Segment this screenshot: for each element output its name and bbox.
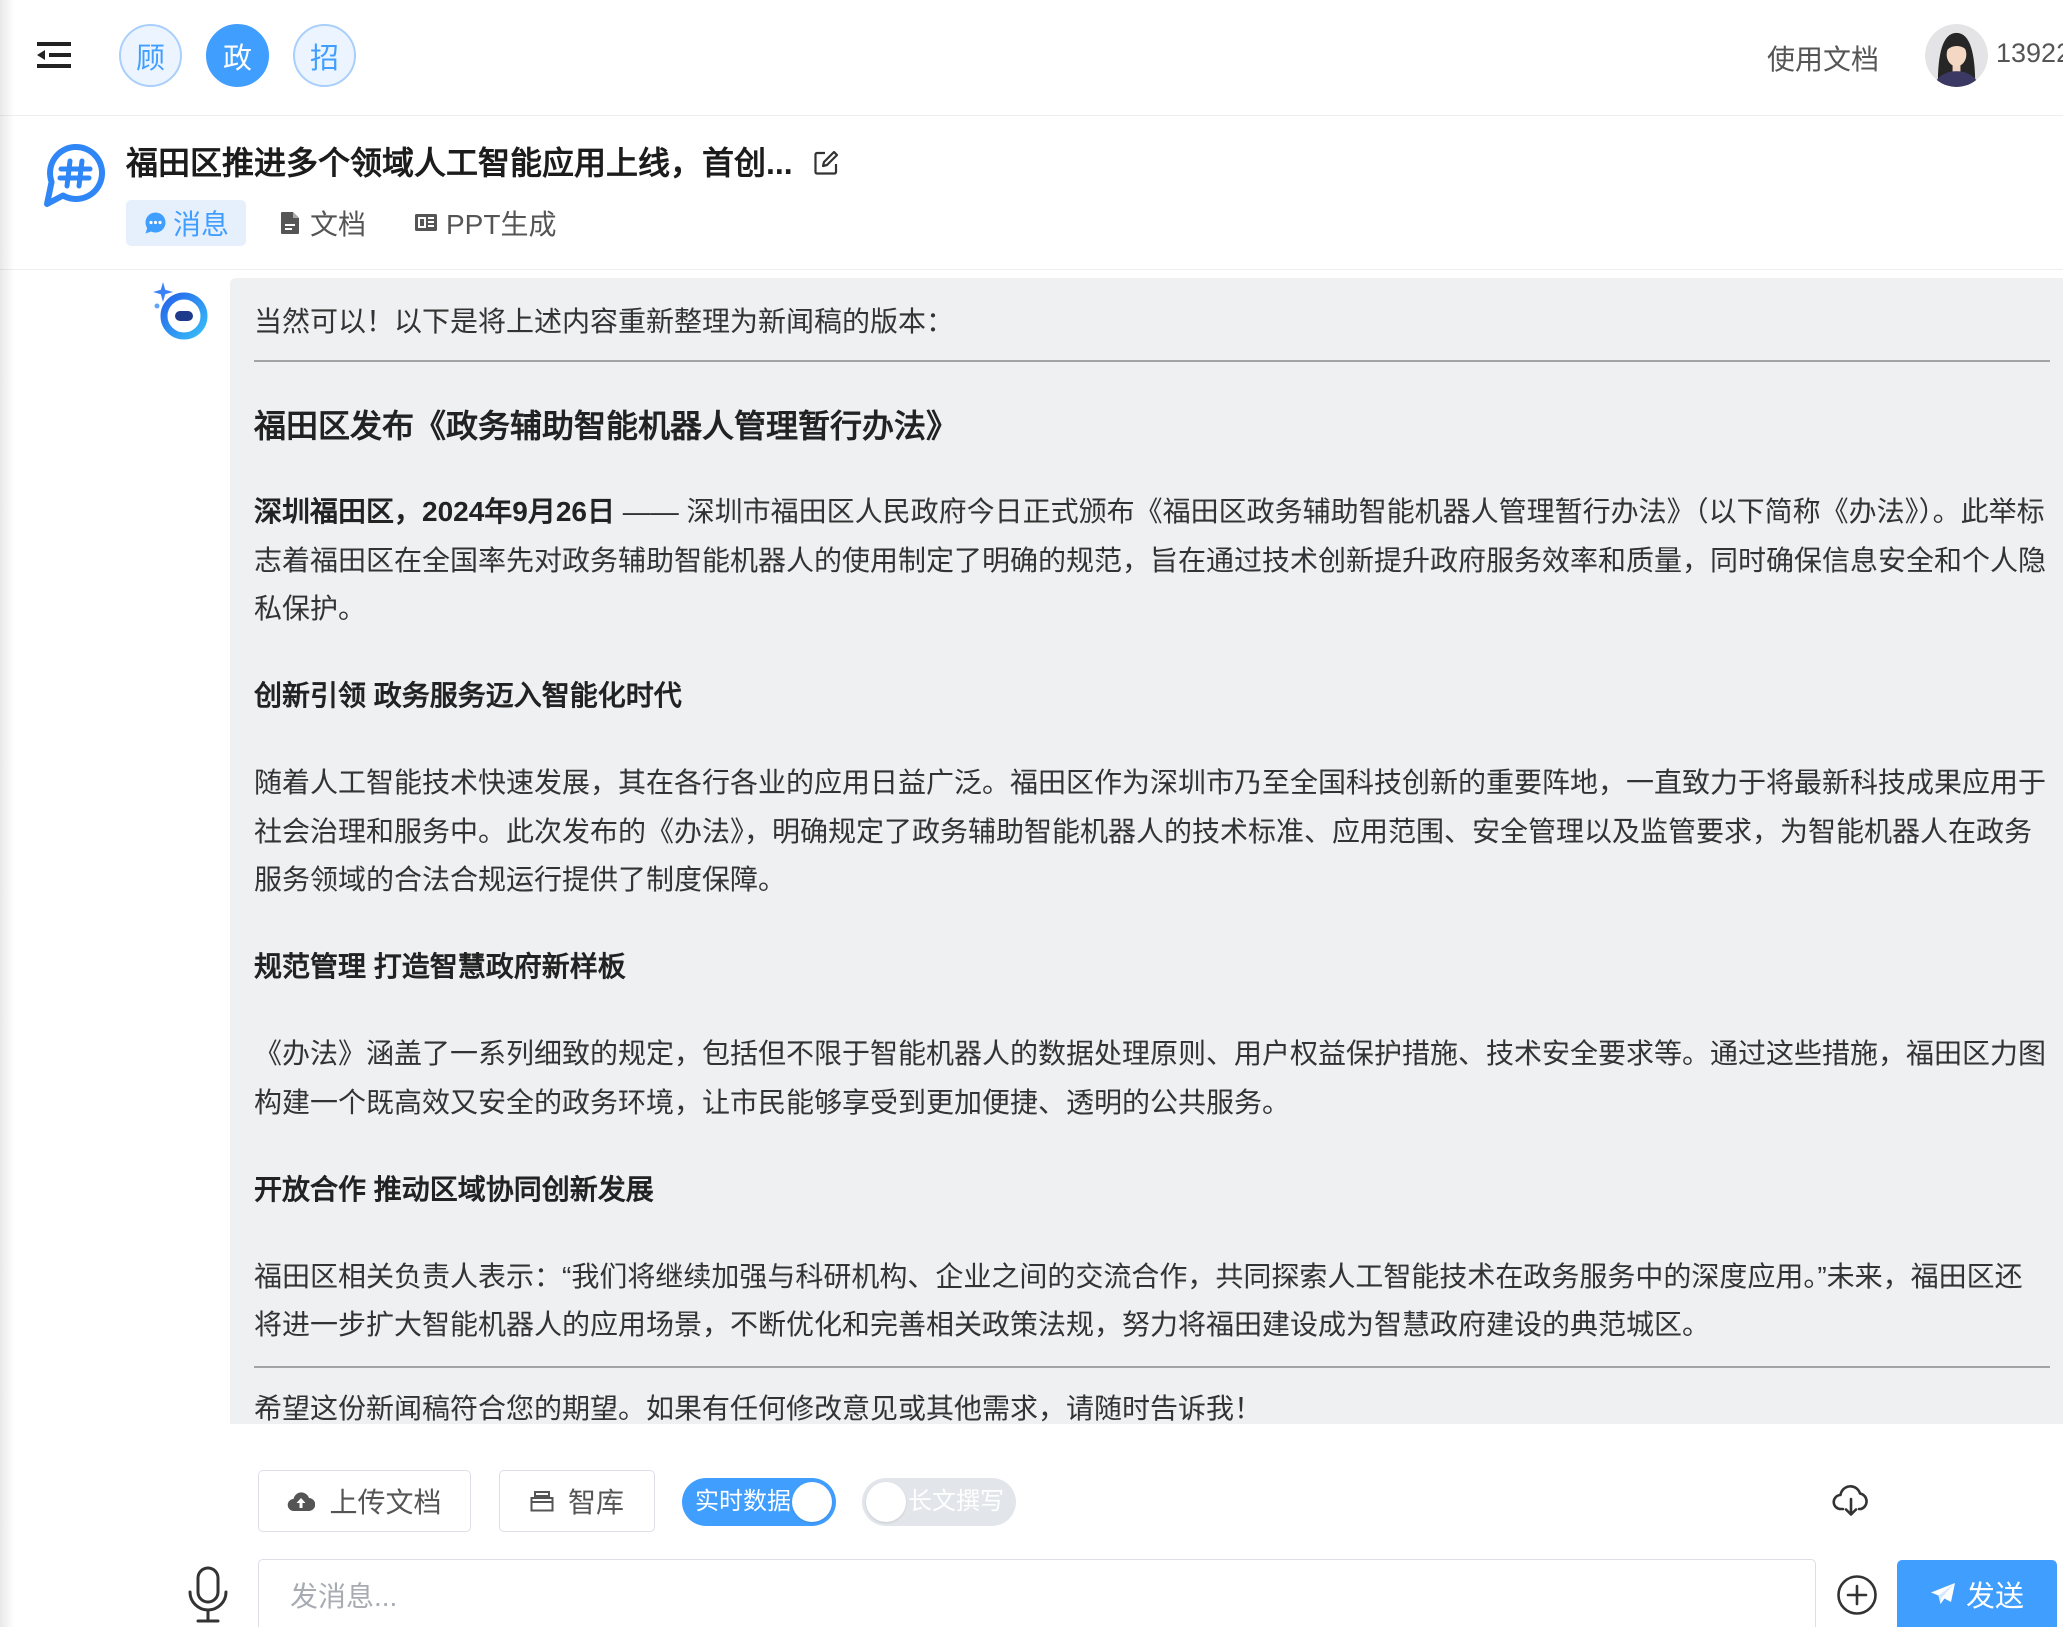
long-form-writing-toggle[interactable]: 长文撰写 bbox=[862, 1478, 1016, 1526]
microphone-icon[interactable] bbox=[185, 1566, 231, 1624]
assistant-message-bubble: 当然可以！以下是将上述内容重新整理为新闻稿的版本： 福田区发布《政务辅助智能机器… bbox=[230, 278, 2063, 1424]
section-body: 福田区相关负责人表示：“我们将继续加强与科研机构、企业之间的交流合作，共同探索人… bbox=[254, 1260, 2023, 1341]
message-input[interactable] bbox=[258, 1559, 1816, 1627]
tab-ppt-label: PPT生成 bbox=[446, 209, 557, 240]
tab-ppt[interactable]: PPT生成 bbox=[414, 200, 564, 246]
long-form-writing-label: 长文撰写 bbox=[908, 1488, 1004, 1515]
lead-paragraph: 深圳福田区，2024年9月26日 —— 深圳市福田区人民政府今日正式颁布《福田区… bbox=[254, 488, 2050, 634]
tab-messages-label: 消息 bbox=[172, 209, 229, 240]
toggle-knob bbox=[792, 1482, 832, 1522]
presentation-icon bbox=[415, 214, 437, 231]
chat-title: 福田区推进多个领域人工智能应用上线，首创... bbox=[126, 145, 793, 181]
bot-avatar-icon bbox=[153, 282, 208, 340]
message-intro: 当然可以！以下是将上述内容重新整理为新闻稿的版本： bbox=[254, 306, 955, 337]
tab-documents-label: 文档 bbox=[310, 209, 367, 240]
plus-circle-icon[interactable] bbox=[1836, 1574, 1878, 1616]
section-heading: 开放合作 推动区域协同创新发展 bbox=[254, 1173, 654, 1205]
realtime-data-label: 实时数据 bbox=[695, 1488, 791, 1515]
user-name[interactable]: 13922 bbox=[1996, 35, 2063, 71]
send-button[interactable]: 发送 bbox=[1897, 1560, 2057, 1627]
section-heading: 规范管理 打造智慧政府新样板 bbox=[254, 951, 626, 982]
mode-button-zhao[interactable]: 招 bbox=[293, 24, 356, 87]
chat-header bbox=[0, 116, 2063, 270]
tab-documents[interactable]: 文档 bbox=[280, 200, 370, 246]
paper-plane-icon bbox=[1930, 1582, 1955, 1604]
menu-fold-icon[interactable] bbox=[37, 42, 71, 68]
hash-chat-icon bbox=[44, 144, 106, 207]
cloud-upload-icon bbox=[288, 1492, 316, 1512]
tab-messages[interactable]: 消息 bbox=[126, 200, 246, 246]
toggle-knob bbox=[866, 1482, 906, 1522]
section-body: 《办法》涵盖了一系列细致的规定，包括但不限于智能机器人的数据处理原则、用户权益保… bbox=[254, 1038, 2047, 1118]
message-scroll-area[interactable]: 当然可以！以下是将上述内容重新整理为新闻稿的版本： 福田区发布《政务辅助智能机器… bbox=[230, 278, 2063, 1424]
message-closing: 希望这份新闻稿符合您的期望。如果有任何修改意见或其他需求，请随时告诉我！ bbox=[254, 1392, 1263, 1424]
edit-icon[interactable] bbox=[813, 150, 839, 176]
divider bbox=[254, 1365, 2050, 1368]
user-avatar[interactable] bbox=[1925, 24, 1988, 87]
chat-bubble-icon bbox=[145, 212, 166, 234]
mode-button-gu[interactable]: 顾 bbox=[119, 24, 182, 87]
lead-dateline: 深圳福田区，2024年9月26日 bbox=[254, 496, 616, 527]
top-bar: 顾 政 招 使用文档 13922 bbox=[0, 0, 2063, 116]
upload-document-button[interactable]: 上传文档 bbox=[258, 1470, 471, 1532]
cloud-download-icon[interactable] bbox=[1832, 1485, 1870, 1517]
section-body: 随着人工智能技术快速发展，其在各行各业的应用日益广泛。福田区作为深圳市乃至全国科… bbox=[254, 767, 2047, 895]
archive-box-icon bbox=[530, 1491, 554, 1512]
press-release-headline: 福田区发布《政务辅助智能机器人管理暂行办法》 bbox=[254, 407, 959, 444]
knowledge-library-button[interactable]: 智库 bbox=[499, 1470, 655, 1532]
send-label: 发送 bbox=[1965, 1580, 2024, 1613]
upload-document-label: 上传文档 bbox=[329, 1487, 442, 1518]
docs-link[interactable]: 使用文档 bbox=[1767, 40, 1879, 80]
divider bbox=[254, 359, 2050, 362]
document-icon bbox=[281, 212, 299, 234]
realtime-data-toggle[interactable]: 实时数据 bbox=[682, 1478, 836, 1526]
section-heading: 创新引领 政务服务迈入智能化时代 bbox=[254, 680, 682, 711]
message-content: 当然可以！以下是将上述内容重新整理为新闻稿的版本： 福田区发布《政务辅助智能机器… bbox=[254, 298, 2050, 1424]
user-avatar-icon bbox=[1925, 24, 1988, 87]
knowledge-library-label: 智库 bbox=[567, 1487, 624, 1518]
mode-button-zheng[interactable]: 政 bbox=[206, 24, 269, 87]
